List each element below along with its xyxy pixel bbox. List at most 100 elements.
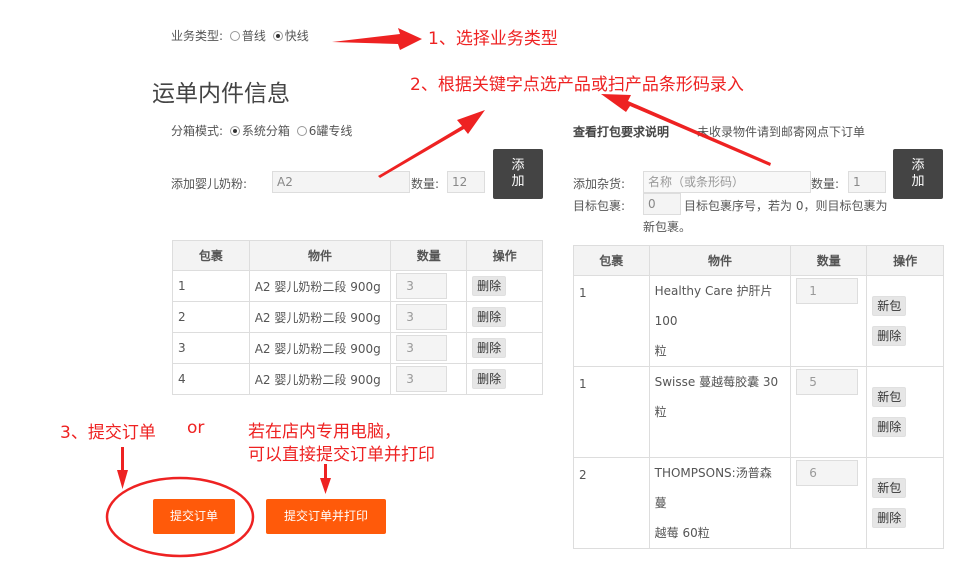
cell-qty: 6: [790, 457, 868, 549]
arrow-submit-print: [320, 464, 331, 494]
misc-search-input[interactable]: 名称（或条形码）: [643, 171, 811, 193]
col-item: 物件: [648, 245, 792, 276]
cell-action: 删除: [466, 270, 543, 302]
cell-qty: 3: [390, 363, 468, 395]
cell-package: 4: [172, 363, 250, 395]
cell-qty: 3: [390, 270, 468, 302]
col-action: 操作: [866, 245, 944, 276]
table-row: 2 A2 婴儿奶粉二段 900g 3 删除: [172, 301, 543, 333]
table-row: 1 A2 婴儿奶粉二段 900g 3 删除: [172, 270, 543, 302]
item-line: Swisse 蔓越莓胶囊 30粒: [654, 375, 779, 419]
target-package-desc-2: 新包裹。: [643, 220, 692, 234]
cell-package: 3: [172, 332, 250, 364]
submit-and-print-button[interactable]: 提交订单并打印: [266, 499, 386, 534]
annotation-store-line1: 若在店内专用电脑，: [248, 422, 401, 442]
target-package-desc-1: 目标包裹序号，若为 0，则目标包裹为: [684, 199, 888, 213]
annotation-step3: 3、提交订单: [60, 423, 156, 443]
cell-qty: 1: [790, 275, 868, 367]
cell-item: A2 婴儿奶粉二段 900g: [248, 363, 392, 395]
new-package-button[interactable]: 新包: [872, 387, 907, 407]
item-line: Healthy Care 护肝片 100: [654, 284, 773, 328]
qty-input[interactable]: 3: [396, 335, 448, 361]
cell-action: 新包 删除: [866, 457, 944, 549]
annotation-step1: 1、选择业务类型: [428, 29, 558, 49]
arrow-step1: [332, 28, 422, 50]
unlisted-items-note: 未收录物件请到邮寄网点下订单: [697, 125, 866, 139]
delete-button[interactable]: 删除: [472, 307, 507, 327]
cell-action: 删除: [466, 363, 543, 395]
cell-package: 2: [573, 457, 650, 549]
cell-package: 1: [573, 366, 650, 458]
item-line: THOMPSONS:汤普森 蔓: [654, 466, 772, 510]
cell-action: 新包 删除: [866, 275, 944, 367]
table-row: 1 Healthy Care 护肝片 100 粒 1 新包 删除: [573, 275, 944, 367]
cell-package: 1: [573, 275, 650, 367]
cell-item: A2 婴儿奶粉二段 900g: [248, 270, 392, 302]
table-header-row: 包裹 物件 数量 操作: [573, 245, 944, 276]
misc-search-placeholder: 名称（或条形码）: [648, 175, 745, 189]
delete-button[interactable]: 删除: [472, 338, 507, 358]
annotation-or: or: [187, 418, 205, 438]
cell-item: THOMPSONS:汤普森 蔓 越莓 60粒: [648, 457, 792, 549]
qty-input[interactable]: 1: [796, 278, 859, 304]
table-row: 3 A2 婴儿奶粉二段 900g 3 删除: [172, 332, 543, 364]
add-milk-button[interactable]: 添 加: [493, 149, 543, 199]
cell-package: 2: [172, 301, 250, 333]
col-qty: 数量: [390, 240, 468, 271]
cell-qty: 3: [390, 332, 468, 364]
item-line: 越莓 60粒: [654, 526, 710, 540]
radio-normal-line-label: 普线: [241, 29, 266, 43]
add-milk-label: 添加婴儿奶粉:: [171, 177, 248, 191]
milk-search-input[interactable]: A2: [272, 171, 410, 193]
cell-item: Healthy Care 护肝片 100 粒: [648, 275, 792, 367]
packing-rules-link[interactable]: 查看打包要求说明: [573, 123, 669, 140]
qty-input[interactable]: 3: [396, 304, 448, 330]
box-mode-row: 分箱模式: 系统分箱 6罐专线: [171, 122, 352, 139]
qty-input[interactable]: 6: [796, 460, 859, 486]
cell-action: 新包 删除: [866, 366, 944, 458]
qty-input[interactable]: 3: [396, 273, 448, 299]
biz-type-row: 业务类型: 普线 快线: [171, 27, 309, 44]
delete-button[interactable]: 删除: [472, 369, 507, 389]
biz-type-label: 业务类型:: [171, 29, 224, 43]
page-title: 运单内件信息: [152, 81, 290, 107]
new-package-button[interactable]: 新包: [872, 296, 907, 316]
cell-item: Swisse 蔓越莓胶囊 30粒: [648, 366, 792, 458]
cell-qty: 3: [390, 301, 468, 333]
add-misc-label: 添加杂货:: [573, 177, 626, 191]
target-package-label: 目标包裹:: [573, 199, 626, 213]
col-package: 包裹: [573, 245, 650, 276]
delete-button[interactable]: 删除: [472, 276, 507, 296]
col-package: 包裹: [172, 240, 250, 271]
target-package-input[interactable]: 0: [643, 193, 681, 215]
radio-system-box[interactable]: [229, 126, 240, 136]
milk-qty-input[interactable]: 12: [447, 171, 485, 193]
table-row: 4 A2 婴儿奶粉二段 900g 3 删除: [172, 363, 543, 395]
cell-action: 删除: [466, 332, 543, 364]
milk-items-table: 包裹 物件 数量 操作 1 A2 婴儿奶粉二段 900g 3 删除 2 A2 婴…: [172, 240, 543, 395]
table-row: 2 THOMPSONS:汤普森 蔓 越莓 60粒 6 新包 删除: [573, 457, 944, 549]
cell-qty: 5: [790, 366, 868, 458]
new-package-button[interactable]: 新包: [872, 478, 907, 498]
qty-input[interactable]: 5: [796, 369, 859, 395]
radio-6can-line[interactable]: [296, 126, 307, 136]
misc-items-table: 包裹 物件 数量 操作 1 Healthy Care 护肝片 100 粒 1 新…: [573, 245, 944, 549]
arrow-submit: [117, 447, 128, 489]
misc-qty-input[interactable]: 1: [848, 171, 886, 193]
misc-qty-label: 数量:: [811, 177, 840, 191]
qty-input[interactable]: 3: [396, 366, 448, 392]
submit-order-button[interactable]: 提交订单: [153, 499, 235, 534]
table-row: 1 Swisse 蔓越莓胶囊 30粒 5 新包 删除: [573, 366, 944, 458]
arrow-step2-left: [378, 110, 485, 178]
radio-normal-line[interactable]: [229, 31, 240, 41]
cell-action: 删除: [466, 301, 543, 333]
annotation-store-line2: 可以直接提交订单并打印: [248, 445, 435, 465]
col-qty: 数量: [790, 245, 868, 276]
annotation-step2: 2、根据关键字点选产品或扫产品条形码录入: [410, 75, 744, 95]
cell-package: 1: [172, 270, 250, 302]
delete-button[interactable]: 删除: [872, 326, 907, 346]
delete-button[interactable]: 删除: [872, 417, 907, 437]
add-misc-button[interactable]: 添 加: [893, 149, 943, 199]
delete-button[interactable]: 删除: [872, 508, 907, 528]
radio-express-line[interactable]: [272, 31, 283, 41]
